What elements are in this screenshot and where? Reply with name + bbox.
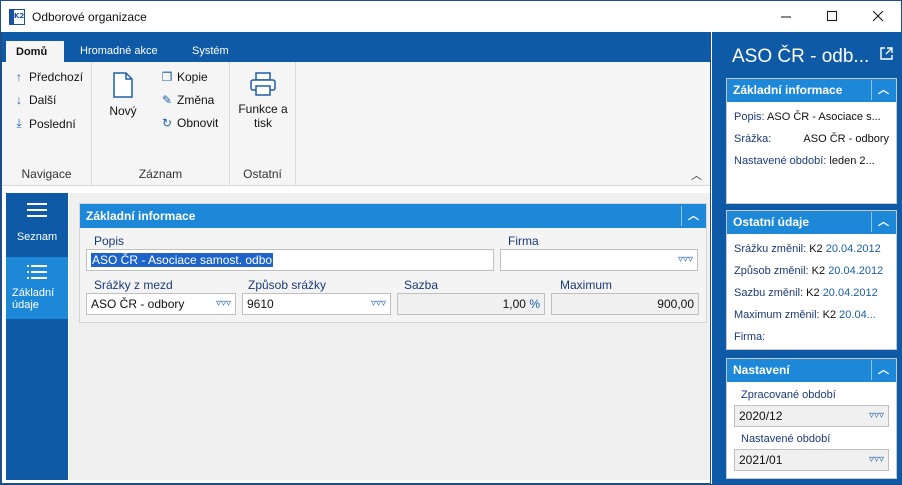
- next-button[interactable]: ↓ Další: [12, 93, 56, 107]
- zpracovane-select[interactable]: 2020/12 ▿▿▿: [734, 405, 889, 427]
- basic-info-section: Základní informace ︿ Popis ASO ČR - Asoc…: [79, 203, 707, 323]
- zpusob-select[interactable]: 9610 ▿▿▿: [242, 293, 391, 315]
- ribbon-tab-bar: Domů Hromadné akce Systém: [2, 32, 710, 62]
- info-row-zpusob-zmenil: Způsob změnil: K2 20.04.2012: [734, 265, 884, 277]
- form-content: Základní informace ︿ Popis ASO ČR - Asoc…: [69, 193, 710, 480]
- info-panel-title: ASO ČR - odb...: [732, 46, 870, 67]
- group-label-zaznam: Záznam: [138, 167, 183, 181]
- firma-select[interactable]: ▿▿▿: [500, 249, 698, 271]
- list-icon: [27, 203, 47, 217]
- arrow-down-icon: ↓: [16, 93, 22, 107]
- info-row-firma: Firma:: [734, 331, 766, 343]
- popis-label: Popis: [94, 234, 125, 248]
- previous-button[interactable]: ↑ Předchozí: [12, 70, 83, 84]
- sazba-label: Sazba: [404, 278, 439, 292]
- info-row-nastavene: Nastavené období: leden 2...: [734, 155, 875, 167]
- info-other-box: Ostatní údaje ︿ Srážku změnil: K2 20.04.…: [726, 210, 897, 350]
- ribbon-group-navigace: ↑ Předchozí ↓ Další ⤓ Poslední Navigace: [2, 62, 92, 186]
- nastavene-select[interactable]: 2021/01 ▿▿▿: [734, 449, 889, 471]
- ribbon-group-ostatni: Funkce a tisk Ostatní: [230, 62, 296, 186]
- close-icon[interactable]: [855, 1, 901, 32]
- left-navigation: Seznam Základní údaje: [6, 193, 68, 480]
- new-record-button[interactable]: Nový: [106, 72, 140, 118]
- main-area: Domů Hromadné akce Systém ↑ Předchozí ↓ Da…: [1, 32, 711, 484]
- arrow-last-icon: ⤓: [16, 116, 22, 130]
- tab-domu[interactable]: Domů: [6, 40, 64, 62]
- minimize-icon[interactable]: [763, 1, 809, 32]
- nav-item-seznam[interactable]: Seznam: [6, 203, 68, 251]
- info-other-header: Ostatní údaje ︿: [727, 211, 896, 234]
- ribbon: ↑ Předchozí ↓ Další ⤓ Poslední Navigace N: [2, 62, 710, 186]
- maximize-icon[interactable]: [809, 1, 855, 32]
- info-panel: ASO ČR - odb... Základní informace ︿ Pop…: [712, 32, 902, 484]
- maximum-field[interactable]: 900,00: [551, 293, 699, 315]
- section-collapse-icon[interactable]: ︿: [681, 206, 705, 226]
- nav-item-zakladni-udaje[interactable]: Základní údaje: [6, 257, 68, 319]
- info-basic-box: Základní informace ︿ Popis: ASO ČR - Aso…: [726, 78, 897, 204]
- last-button[interactable]: ⤓ Poslední: [12, 116, 75, 131]
- dropdown-icon: ▿▿▿: [868, 410, 884, 421]
- srazky-select[interactable]: ASO ČR - odbory ▿▿▿: [86, 293, 236, 315]
- info-row-popis: Popis: ASO ČR - Asociace s...: [734, 111, 881, 123]
- zpracovane-label: Zpracované období: [741, 389, 836, 401]
- nastavene-label: Nastavené období: [741, 433, 831, 445]
- dropdown-icon: ▿▿▿: [677, 254, 693, 265]
- details-list-icon: [27, 265, 47, 279]
- info-basic-header: Základní informace ︿: [727, 79, 896, 102]
- settings-header: Nastavení ︿: [727, 359, 896, 382]
- app-window: K2 Odborové organizace Domů Hromadné akc…: [0, 0, 902, 485]
- popis-input[interactable]: ASO ČR - Asociace samost. odbo: [86, 249, 494, 271]
- section-collapse-icon[interactable]: ︿: [871, 212, 895, 232]
- sazba-unit: %: [529, 297, 540, 311]
- sazba-field[interactable]: 1,00 %: [397, 293, 545, 315]
- title-bar: K2 Odborové organizace: [1, 1, 901, 32]
- app-logo-icon: K2: [9, 8, 25, 25]
- info-row-sazbu-zmenil: Sazbu změnil: K2 20.04.2012: [734, 287, 878, 299]
- settings-box: Nastavení ︿ Zpracované období 2020/12 ▿▿…: [726, 358, 897, 479]
- copy-icon: ❐: [161, 70, 173, 84]
- ribbon-collapse-icon[interactable]: ︿: [691, 167, 702, 183]
- firma-label: Firma: [508, 234, 539, 248]
- maximum-label: Maximum: [560, 278, 613, 292]
- srazky-label: Srážky z mezd: [94, 278, 173, 292]
- window-title: Odborové organizace: [32, 9, 147, 24]
- pencil-icon: ✎: [161, 93, 173, 107]
- new-document-icon: [113, 72, 133, 98]
- group-label-navigace: Navigace: [21, 167, 72, 181]
- copy-button[interactable]: ❐ Kopie: [160, 70, 208, 84]
- ribbon-group-zaznam: Nový ❐ Kopie ✎ Změna ↻ Obnovit Záznam: [92, 62, 230, 186]
- dropdown-icon: ▿▿▿: [370, 298, 386, 309]
- dropdown-icon: ▿▿▿: [868, 454, 884, 465]
- info-row-srazka: Srážka: ASO ČR - odbory: [734, 133, 889, 145]
- section-collapse-icon[interactable]: ︿: [871, 360, 895, 380]
- info-row-srazku-zmenil: Srážku změnil: K2 20.04.2012: [734, 243, 881, 255]
- edit-button[interactable]: ✎ Změna: [160, 93, 214, 107]
- zpusob-label: Způsob srážky: [248, 278, 327, 292]
- popout-icon[interactable]: [880, 47, 893, 63]
- refresh-icon: ↻: [161, 116, 173, 130]
- tab-system[interactable]: Systém: [182, 40, 239, 62]
- group-label-ostatni: Ostatní: [243, 167, 282, 181]
- info-row-maximum-zmenil: Maximum změnil: K2 20.04...: [734, 309, 876, 321]
- print-functions-button[interactable]: Funkce a tisk: [234, 72, 292, 130]
- refresh-button[interactable]: ↻ Obnovit: [160, 116, 218, 130]
- printer-icon: [250, 72, 276, 96]
- arrow-up-icon: ↑: [16, 70, 22, 84]
- section-collapse-icon[interactable]: ︿: [871, 80, 895, 100]
- dropdown-icon: ▿▿▿: [215, 298, 231, 309]
- section-header: Základní informace ︿: [80, 204, 706, 228]
- tab-hromadne-akce[interactable]: Hromadné akce: [70, 40, 168, 62]
